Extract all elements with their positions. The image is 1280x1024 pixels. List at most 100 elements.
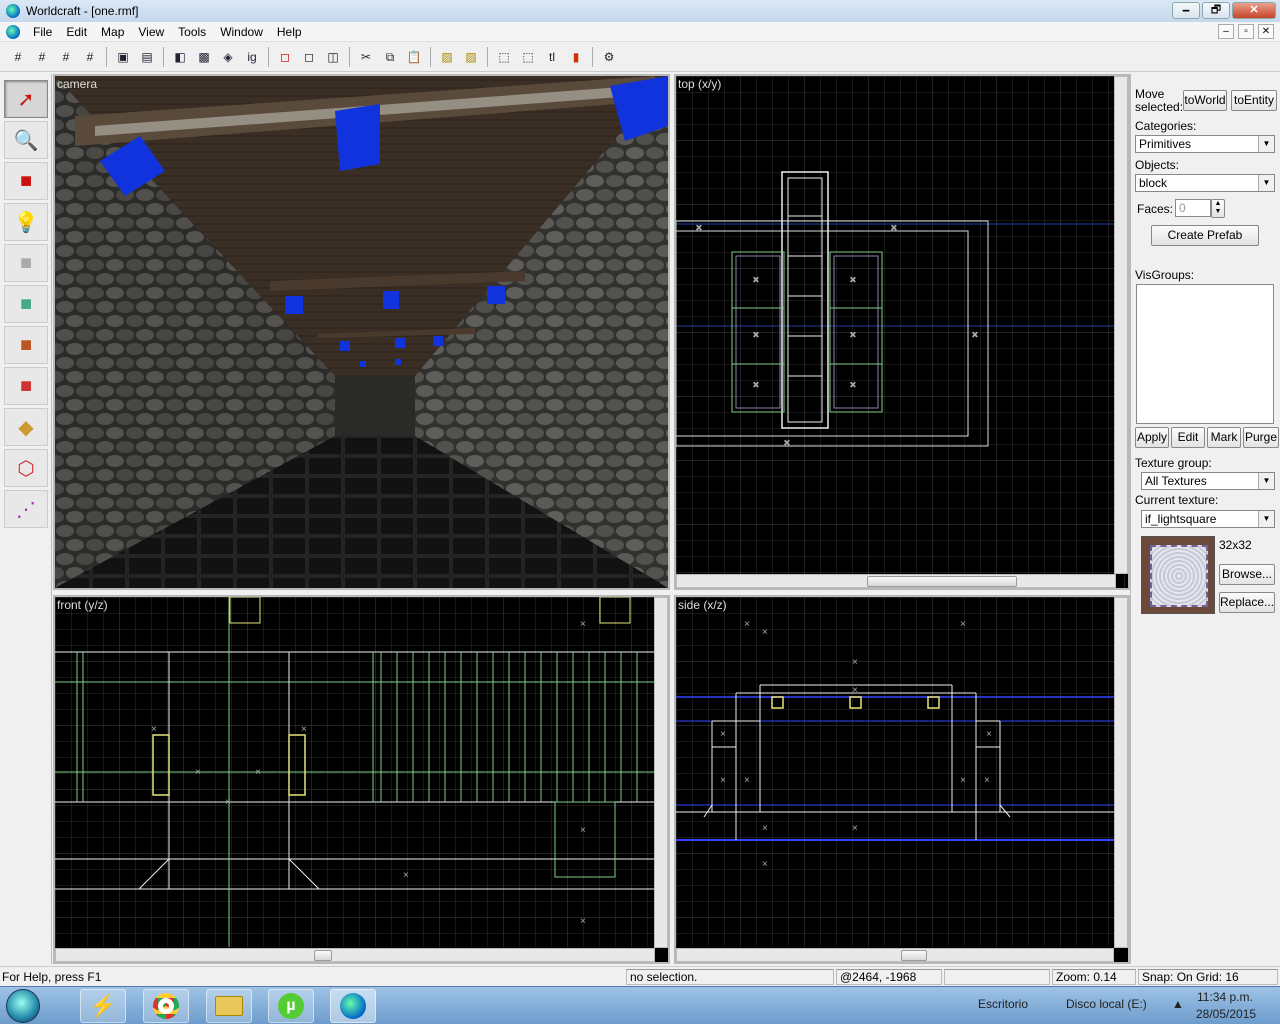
- clipping-tool-icon[interactable]: ◆: [4, 408, 48, 446]
- replace-texture-button[interactable]: Replace...: [1219, 592, 1275, 613]
- ungroup-icon[interactable]: ▤: [137, 47, 157, 67]
- side-viewport[interactable]: side (x/z) × × × × × × × × × × × × × ×: [674, 595, 1130, 964]
- tray-expand-icon[interactable]: ▲: [1172, 997, 1184, 1011]
- title-bar: Worldcraft - [one.rmf] 🗕 🗗 ✕: [0, 0, 1280, 22]
- visgroup-mark-button[interactable]: Mark: [1207, 427, 1241, 448]
- front-viewport-label: front (y/z): [57, 598, 108, 612]
- selection-tool-icon[interactable]: ➚: [4, 80, 48, 118]
- menu-map[interactable]: Map: [94, 25, 131, 39]
- restore-button[interactable]: 🗗: [1202, 2, 1230, 19]
- menu-tools[interactable]: Tools: [171, 25, 213, 39]
- front-viewport-hscroll[interactable]: [55, 948, 655, 962]
- worldcraft-taskbar-icon[interactable]: [330, 989, 376, 1023]
- path-tool-icon[interactable]: ⋰: [4, 490, 48, 528]
- disco-local-toolbar[interactable]: Disco local (E:): [1066, 997, 1147, 1011]
- vertex-manipulation-icon[interactable]: ⬡: [4, 449, 48, 487]
- svg-text:×: ×: [852, 657, 858, 668]
- browse-texture-button[interactable]: Browse...: [1219, 564, 1275, 585]
- front-viewport-hscroll-thumb[interactable]: [314, 950, 332, 961]
- magnify-tool-icon[interactable]: 🔍: [4, 121, 48, 159]
- texture-application-icon[interactable]: ■: [4, 285, 48, 323]
- ignore-groups-icon[interactable]: ig: [242, 47, 262, 67]
- top-viewport-hscroll[interactable]: [676, 574, 1116, 588]
- tool-palette: ➚ 🔍 ■ 💡 ■ ■ ■ ■ ◆ ⬡ ⋰: [0, 74, 52, 964]
- hollow-icon[interactable]: ◻: [299, 47, 319, 67]
- grid-3d-icon[interactable]: #: [56, 47, 76, 67]
- visgroup-edit-button[interactable]: Edit: [1171, 427, 1205, 448]
- top-viewport-hscroll-thumb[interactable]: [867, 576, 1017, 587]
- chrome-taskbar-icon[interactable]: [143, 989, 189, 1023]
- svg-text:×: ×: [762, 627, 768, 638]
- status-zoom: Zoom: 0.14: [1052, 969, 1136, 985]
- to-entity-button[interactable]: toEntity: [1231, 90, 1277, 111]
- top-viewport-vscroll[interactable]: [1114, 76, 1128, 574]
- current-texture-select[interactable]: if_lightsquare ▼: [1141, 510, 1275, 528]
- explorer-taskbar-icon[interactable]: [206, 989, 252, 1023]
- hide-selected-icon[interactable]: ◧: [170, 47, 190, 67]
- status-snap: Snap: On Grid: 16: [1138, 969, 1278, 985]
- visgroups-list[interactable]: [1136, 284, 1274, 424]
- winamp-taskbar-icon[interactable]: ⚡: [80, 989, 126, 1023]
- menu-bar: File Edit Map View Tools Window Help – ▫…: [0, 22, 1280, 42]
- escritorio-toolbar[interactable]: Escritorio: [978, 997, 1028, 1011]
- mdi-restore-button[interactable]: ▫: [1238, 24, 1254, 39]
- current-texture-label: Current texture:: [1135, 493, 1219, 507]
- categories-select[interactable]: Primitives ▼: [1135, 135, 1275, 153]
- compile-icon[interactable]: ▮: [566, 47, 586, 67]
- menu-edit[interactable]: Edit: [59, 25, 94, 39]
- minimize-button[interactable]: 🗕: [1172, 2, 1200, 19]
- texture-scale-icon[interactable]: ◈: [218, 47, 238, 67]
- carve-icon[interactable]: ◻: [275, 47, 295, 67]
- run-map-icon[interactable]: ⚙: [599, 47, 619, 67]
- menu-help[interactable]: Help: [270, 25, 309, 39]
- visgroup-purge-button[interactable]: Purge: [1243, 427, 1279, 448]
- camera-tool-icon[interactable]: ■: [4, 162, 48, 200]
- document-icon[interactable]: [6, 24, 20, 39]
- cut-icon[interactable]: ✂: [356, 47, 376, 67]
- grid-smaller-icon[interactable]: #: [32, 47, 52, 67]
- clock-date[interactable]: 28/05/2015: [1196, 1007, 1256, 1021]
- front-viewport[interactable]: front (y/z) × × × × × × × × ×: [53, 595, 670, 964]
- utorrent-taskbar-icon[interactable]: µ: [268, 989, 314, 1023]
- grid-larger-icon[interactable]: #: [80, 47, 100, 67]
- to-entity-icon[interactable]: ◫: [323, 47, 343, 67]
- mdi-close-button[interactable]: ✕: [1258, 24, 1274, 39]
- close-button[interactable]: ✕: [1232, 2, 1276, 19]
- menu-window[interactable]: Window: [213, 25, 270, 39]
- block-tool-icon[interactable]: ■: [4, 244, 48, 282]
- start-button[interactable]: [6, 989, 40, 1023]
- menu-view[interactable]: View: [131, 25, 171, 39]
- select-by-center-icon[interactable]: ⬚: [518, 47, 538, 67]
- hide-items-icon[interactable]: ▨: [437, 47, 457, 67]
- side-viewport-hscroll[interactable]: [676, 948, 1114, 962]
- apply-decals-icon[interactable]: ■: [4, 367, 48, 405]
- texture-lock-icon[interactable]: ▩: [194, 47, 214, 67]
- copy-icon[interactable]: ⧉: [380, 47, 400, 67]
- grid-toggle-icon[interactable]: #: [8, 47, 28, 67]
- show-helpers-icon[interactable]: ▨: [461, 47, 481, 67]
- texture-group-select[interactable]: All Textures ▼: [1141, 472, 1275, 490]
- menu-file[interactable]: File: [26, 25, 59, 39]
- faces-input[interactable]: 0: [1175, 199, 1211, 217]
- paste-icon[interactable]: 📋: [404, 47, 424, 67]
- select-handles-icon[interactable]: ⬚: [494, 47, 514, 67]
- side-viewport-vscroll[interactable]: [1114, 597, 1128, 948]
- faces-spinner[interactable]: ▲ ▼: [1211, 199, 1225, 218]
- side-viewport-hscroll-thumb[interactable]: [901, 950, 927, 961]
- entity-tool-icon[interactable]: 💡: [4, 203, 48, 241]
- mdi-minimize-button[interactable]: –: [1218, 24, 1234, 39]
- to-world-button[interactable]: toWorld: [1183, 90, 1227, 111]
- camera-viewport[interactable]: camera: [53, 74, 670, 590]
- front-viewport-vscroll[interactable]: [654, 597, 668, 948]
- move-selected-label: Move selected:: [1135, 87, 1184, 114]
- objects-select[interactable]: block ▼: [1135, 174, 1275, 192]
- svg-text:×: ×: [762, 823, 768, 834]
- clock-time[interactable]: 11:34 p.m.: [1197, 990, 1253, 1004]
- apply-current-texture-icon[interactable]: ■: [4, 326, 48, 364]
- group-icon[interactable]: ▣: [113, 47, 133, 67]
- visgroup-apply-button[interactable]: Apply: [1135, 427, 1169, 448]
- text-tool-icon[interactable]: tl: [542, 47, 562, 67]
- create-prefab-button[interactable]: Create Prefab: [1151, 225, 1259, 246]
- top-viewport-label: top (x/y): [678, 77, 722, 91]
- top-viewport[interactable]: top (x/y) × × × × × × × × × ×: [674, 74, 1130, 590]
